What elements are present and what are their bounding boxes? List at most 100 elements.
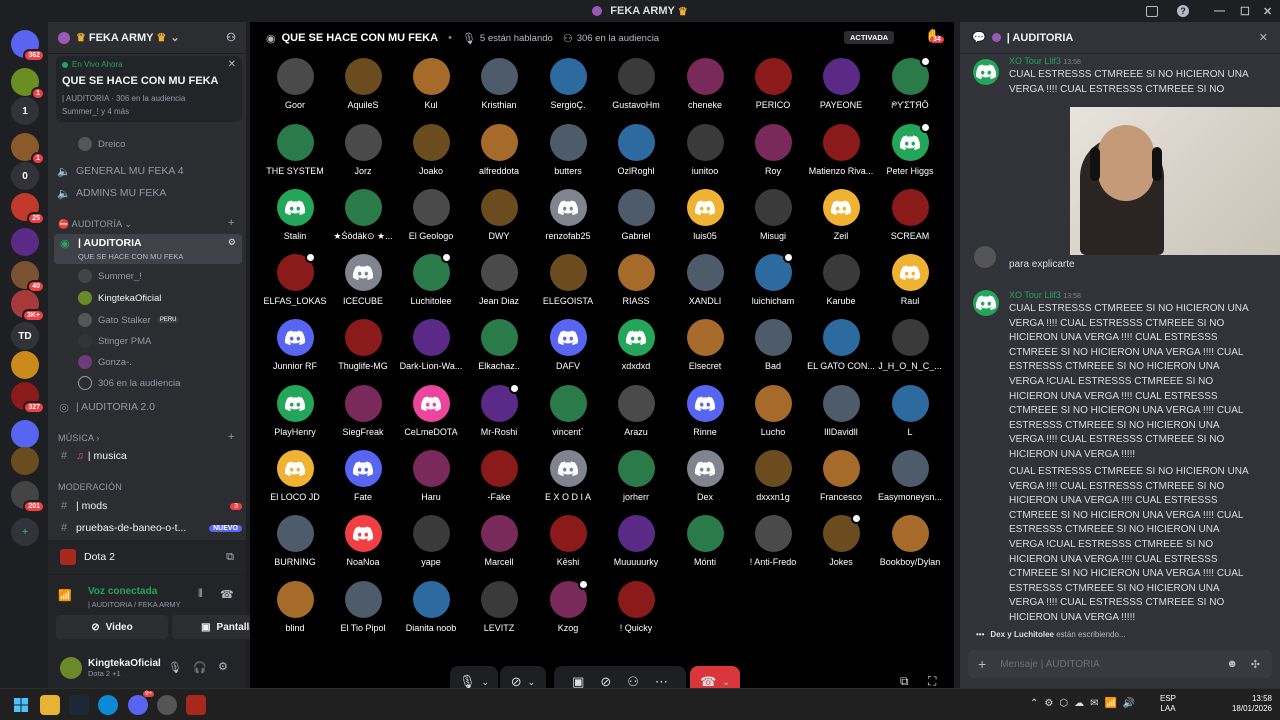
audience-member[interactable]: Kēshi [534,515,602,575]
audience-member[interactable]: ! Anti-Fredo [739,515,807,575]
audience-member[interactable]: El Tio Pipol [329,581,397,641]
audience-member[interactable]: jorherr [602,450,670,510]
audience-member[interactable]: RIASS [602,254,670,314]
audience-member[interactable]: Easymoneysn... [876,450,944,510]
audience-member[interactable]: PERICO [739,58,807,118]
audience-member[interactable]: THE SYSTEM [261,124,329,184]
audience-member[interactable]: Elsecret [671,319,739,379]
audience-member[interactable]: PlayHenry [261,385,329,445]
maximize-icon[interactable]: ☐ [1240,0,1250,22]
dota-icon[interactable] [186,695,206,715]
server-icon[interactable] [11,420,39,448]
audience-member[interactable]: yape [397,515,465,575]
audience-member[interactable]: Kzog [534,579,602,641]
audience-member[interactable]: E X O D I A [534,450,602,510]
windows-start-icon[interactable] [11,695,31,715]
audience-member[interactable]: Marcell [465,515,533,575]
audience-member[interactable]: butters [534,124,602,184]
audience-member[interactable]: Kristhian [465,58,533,118]
audience-member[interactable]: Karube [807,254,875,314]
audience-member[interactable]: iunitoo [671,124,739,184]
audience-member[interactable]: BURNING [261,515,329,575]
stage-user[interactable]: Summer_! [78,268,142,284]
stage-user[interactable]: Gonza-. [78,354,132,370]
server-icon[interactable]: 201 [11,481,45,513]
audience-member[interactable]: Stalin [261,189,329,249]
steam-icon[interactable] [69,695,89,715]
audience-member[interactable]: luichicham [739,252,807,314]
voice-user[interactable]: Dreico [78,136,125,152]
server-icon[interactable]: 327 [11,382,45,414]
audience-member[interactable]: DAFV [534,319,602,379]
audience-member[interactable]: ELFAS_LOKAS [261,252,329,314]
audience-member[interactable]: EL GATO CON... [807,319,875,379]
audience-member[interactable]: renzofab25 [534,189,602,249]
audience-member[interactable]: Misugi [739,189,807,249]
audience-member[interactable]: Elkachaz.. [465,319,533,379]
category-moderacion[interactable]: MODERACIÓN [58,482,122,492]
audience-member[interactable]: Raul [876,254,944,314]
audience-member[interactable]: Mónti [671,515,739,575]
audience-member[interactable]: blind [261,581,329,641]
audience-member[interactable]: Matienzo Riva... [807,124,875,184]
close-icon[interactable]: ✕ [1259,31,1268,44]
audience-member[interactable]: ELEGOISTA [534,254,602,314]
audience-member[interactable]: Goor [261,58,329,118]
tray-icons[interactable]: ⌃⚙⬡☁✉📶🔊 [1030,698,1141,709]
audience-member[interactable]: alfreddota [465,124,533,184]
noise-suppression-icon[interactable]: ⦀ [198,588,203,601]
apps-icon[interactable]: ✣ [1251,658,1260,671]
audience-member[interactable]: ★Śödäk⊙ ★... [329,189,397,249]
audience-member[interactable]: Peter Higgs [876,122,944,184]
author-name[interactable]: XO Tour Llif3 [1009,290,1061,300]
disconnect-icon[interactable]: ☎ [220,588,234,601]
audience-member[interactable]: SiegFreak [329,385,397,445]
server-header[interactable]: ♛ FEKA ARMY ♛ ⌄ ⚇ [48,22,246,54]
audience-member[interactable]: Gabriel [602,189,670,249]
stage-channel-2[interactable]: ◎ | AUDITORIA 2.0 [56,398,242,416]
server-icon[interactable]: 0 [11,162,39,190]
minimize-icon[interactable]: — [1214,0,1225,22]
audience-member[interactable]: Jokes [807,513,875,575]
audience-member[interactable]: Bookboy/Dylan [876,515,944,575]
text-channel-pruebas[interactable]: # pruebas-de-baneo-o-t... NUEVO [56,519,242,537]
audience-member[interactable]: Jorz [329,124,397,184]
audience-member[interactable]: Roy [739,124,807,184]
author-name[interactable]: XO Tour Llif3 [1009,56,1061,66]
add-attachment-icon[interactable]: + [978,656,986,672]
fullscreen-icon[interactable]: ⛶ [928,674,936,689]
voice-channel-general[interactable]: 🔈 GENERAL MU FEKA 4 [56,162,242,180]
server-icon[interactable]: 40 [11,261,45,293]
stage-user[interactable]: KingtekaOficial [78,290,161,306]
stream-icon[interactable]: ⧉ [226,551,234,564]
audience-member[interactable]: Haru [397,450,465,510]
audience-member[interactable]: SCREAM [876,189,944,249]
stage-user[interactable]: Stinger PMA [78,333,151,349]
audience-member[interactable]: Francesco [807,450,875,510]
emoji-icon[interactable]: ☻ [1226,658,1238,670]
audience-member[interactable]: Fate [329,450,397,510]
avatar[interactable] [973,290,999,316]
language-indicator[interactable]: ESP LAA [1160,694,1176,714]
audience-member[interactable]: L [876,385,944,445]
category-auditoria[interactable]: ⛔ AUDITORÍA ⌄ [58,219,132,230]
message-input[interactable]: + Mensaje | AUDITORIA ☻ ✣ [968,650,1272,678]
live-now-card[interactable]: En Vivo Ahora QUE SE HACE CON MU FEKA | … [56,56,242,122]
file-explorer-icon[interactable] [40,695,60,715]
audience-member[interactable]: LEVITZ [465,581,533,641]
server-icon[interactable]: 1 [11,97,39,125]
audience-member[interactable]: El LOCO JD [261,450,329,510]
server-icon[interactable]: 3K+ [11,290,45,322]
audience-member[interactable]: Dark-Lion-Wa... [397,319,465,379]
app-icon[interactable] [157,695,177,715]
server-icon[interactable] [11,447,39,475]
audience-member[interactable]: ICECUBE [329,254,397,314]
audience-member[interactable]: Arazu [602,385,670,445]
audience-member[interactable]: Joako [397,124,465,184]
add-channel-icon[interactable]: + [228,217,234,229]
close-icon[interactable]: ✕ [228,59,236,70]
server-icon[interactable]: 1 [11,68,45,100]
audience-member[interactable]: Lucho [739,385,807,445]
audience-member[interactable]: vincent` [534,385,602,445]
text-channel-mods[interactable]: # | mods 3 [56,497,242,515]
